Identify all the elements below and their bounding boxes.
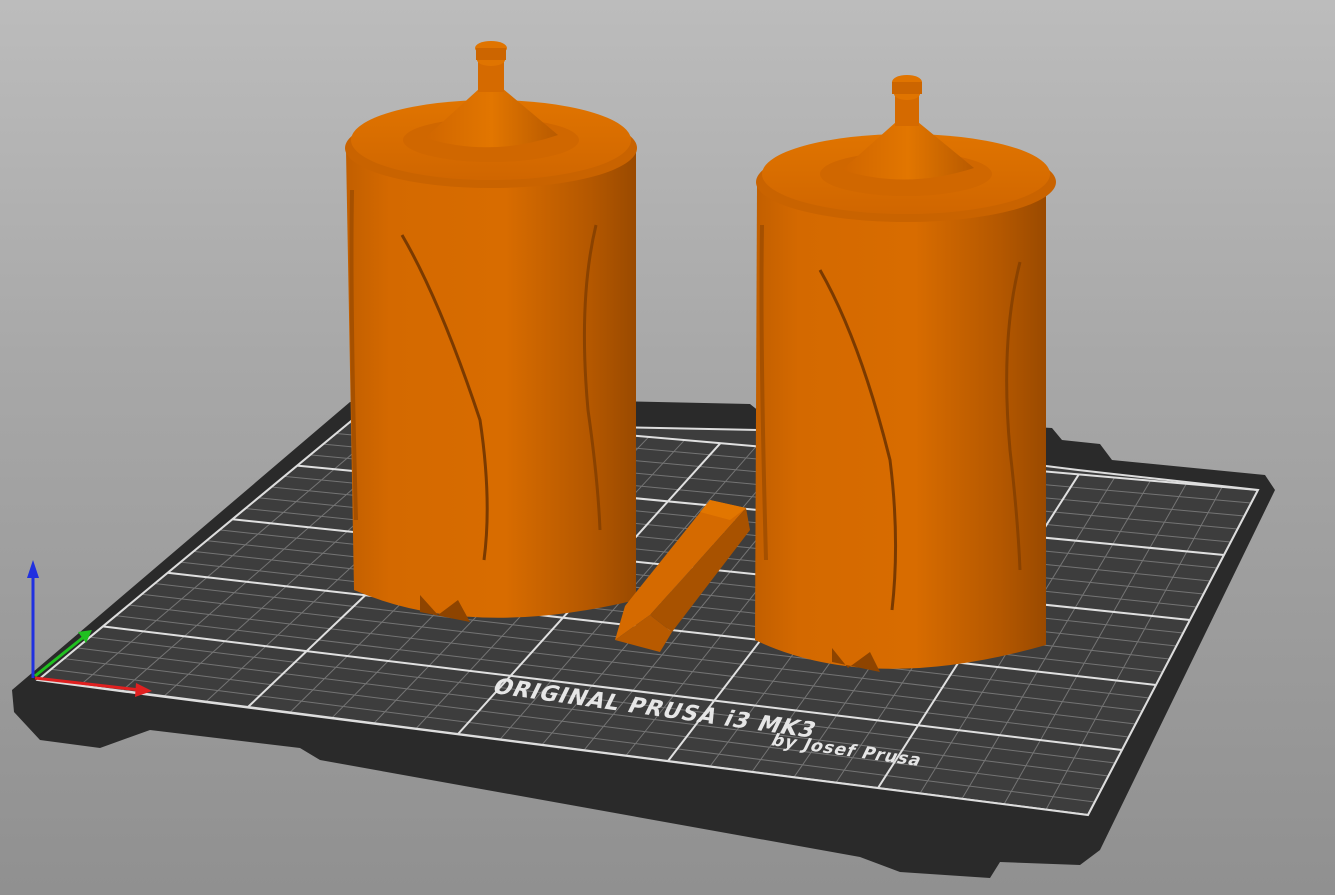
scene-canvas[interactable]: ORIGINAL PRUSA i3 MK3 by Josef Prusa bbox=[0, 0, 1335, 895]
3d-viewport[interactable]: ORIGINAL PRUSA i3 MK3 by Josef Prusa bbox=[0, 0, 1335, 895]
cylinder-left[interactable] bbox=[345, 41, 637, 622]
z-axis-arrow-icon bbox=[27, 560, 39, 578]
cylinder-right[interactable] bbox=[755, 75, 1056, 672]
